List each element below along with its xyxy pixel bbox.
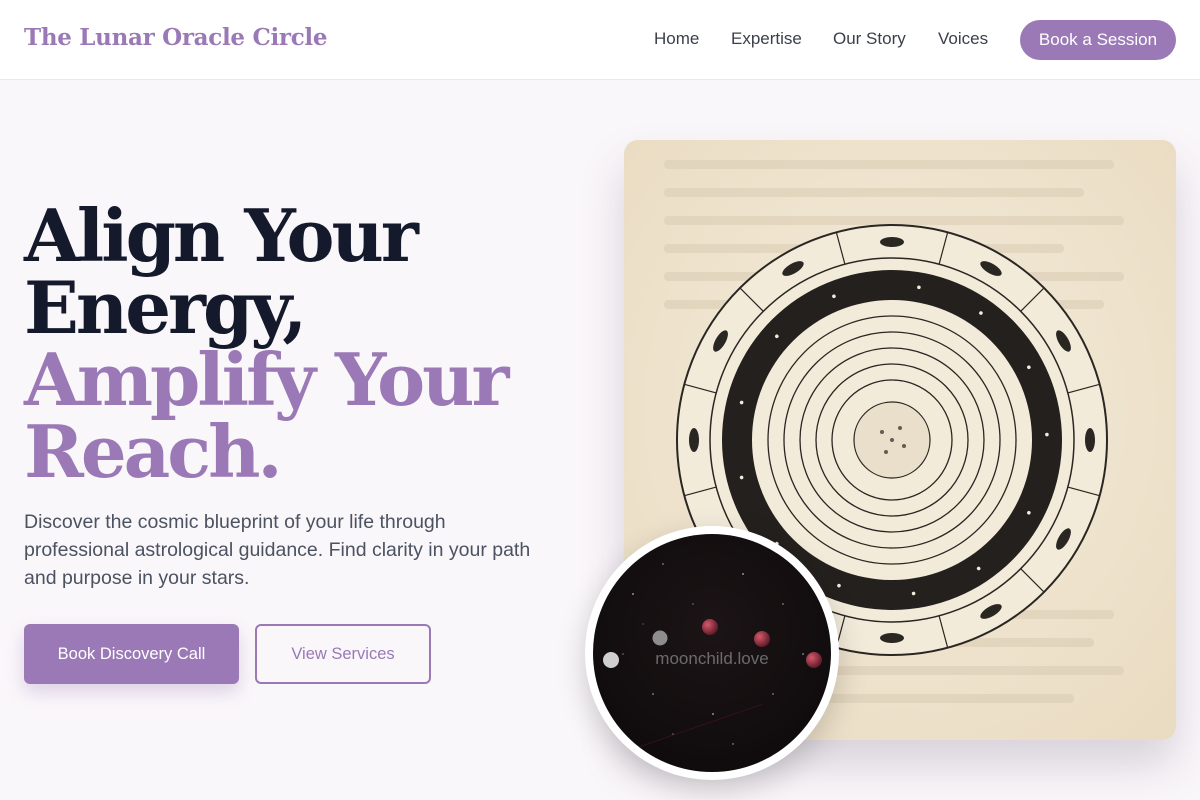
- eclipse-phases-illustration: moonchild.love: [593, 534, 831, 772]
- hero-subtext: Discover the cosmic blueprint of your li…: [24, 511, 531, 589]
- hero-headline: Align Your Energy, Amplify Your Reach.: [24, 193, 509, 494]
- site-header: The Lunar Oracle Circle Home Expertise O…: [0, 0, 1200, 80]
- eclipse-photo-inset: moonchild.love: [585, 526, 839, 780]
- nav-link-home[interactable]: Home: [654, 29, 699, 49]
- headline-line-2: Energy,: [24, 265, 307, 350]
- brand-logo[interactable]: The Lunar Oracle Circle: [24, 24, 328, 51]
- book-session-button[interactable]: Book a Session: [1020, 20, 1176, 60]
- book-discovery-call-button[interactable]: Book Discovery Call: [24, 624, 239, 684]
- inset-watermark: moonchild.love: [655, 649, 768, 668]
- nav-link-our-story[interactable]: Our Story: [833, 29, 906, 49]
- headline-line-3: Amplify Your: [24, 337, 509, 422]
- nav-link-expertise[interactable]: Expertise: [731, 29, 802, 49]
- view-services-button[interactable]: View Services: [255, 624, 431, 684]
- headline-line-1: Align Your: [24, 193, 419, 278]
- headline-line-4: Reach.: [24, 409, 283, 494]
- nav-link-voices[interactable]: Voices: [938, 29, 988, 49]
